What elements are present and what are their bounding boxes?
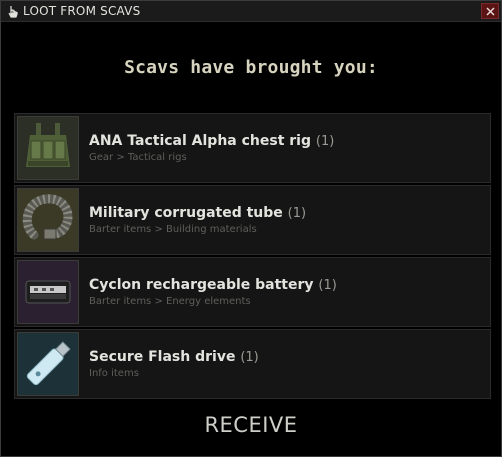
loot-window: LOOT FROM SCAVS Scavs have brought you: bbox=[0, 0, 502, 457]
list-item[interactable]: Cyclon rechargeable battery (1) Barter i… bbox=[14, 257, 491, 327]
item-category: Gear > Tactical rigs bbox=[89, 152, 187, 163]
loot-heading: Scavs have brought you: bbox=[124, 57, 378, 78]
hand-pointer-icon bbox=[7, 4, 19, 18]
list-item[interactable]: Secure Flash drive (1) Info items bbox=[14, 329, 491, 399]
item-count: (1) bbox=[240, 350, 259, 365]
flash-drive-icon bbox=[26, 341, 71, 386]
item-category: Info items bbox=[89, 368, 139, 379]
list-item[interactable]: Military corrugated tube (1) Barter item… bbox=[14, 185, 491, 255]
item-name: Secure Flash drive (1) bbox=[89, 349, 259, 365]
item-count: (1) bbox=[315, 134, 335, 149]
item-category: Barter items > Building materials bbox=[89, 224, 257, 235]
item-name: Military corrugated tube (1) bbox=[89, 205, 307, 221]
item-count: (1) bbox=[318, 278, 337, 293]
close-icon bbox=[486, 7, 495, 16]
item-thumbnail bbox=[17, 332, 79, 396]
receive-button[interactable]: RECEIVE bbox=[1, 413, 501, 437]
corrugated-tube-icon bbox=[22, 194, 73, 240]
item-count: (1) bbox=[287, 206, 307, 221]
item-name: Cyclon rechargeable battery (1) bbox=[89, 277, 337, 293]
title-bar[interactable]: LOOT FROM SCAVS bbox=[1, 1, 501, 22]
window-title: LOOT FROM SCAVS bbox=[23, 4, 141, 18]
list-item[interactable]: ANA Tactical Alpha chest rig (1) Gear > … bbox=[14, 113, 491, 183]
loot-list: ANA Tactical Alpha chest rig (1) Gear > … bbox=[14, 113, 491, 401]
battery-icon bbox=[25, 280, 71, 304]
item-name: ANA Tactical Alpha chest rig (1) bbox=[89, 133, 335, 149]
item-category: Barter items > Energy elements bbox=[89, 296, 251, 307]
item-thumbnail bbox=[17, 116, 79, 180]
item-thumbnail bbox=[17, 188, 79, 252]
close-button[interactable] bbox=[481, 3, 499, 19]
item-thumbnail bbox=[17, 260, 79, 324]
chest-rig-icon bbox=[26, 123, 70, 167]
